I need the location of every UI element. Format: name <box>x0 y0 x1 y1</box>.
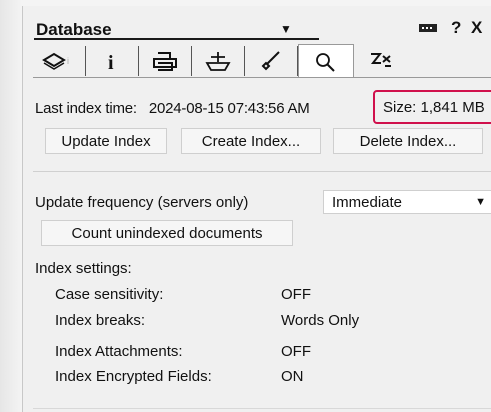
index-section: Last index time: 2024-08-15 07:43:56 AM S… <box>33 84 491 162</box>
chevron-down-icon: ▼ <box>280 22 292 36</box>
setting-label: Index breaks: <box>55 312 146 329</box>
tab-launch[interactable] <box>192 46 245 76</box>
delete-index-button[interactable]: Delete Index... <box>333 128 483 154</box>
info-icon: i <box>108 52 114 72</box>
setting-value: ON <box>281 368 304 385</box>
section-divider <box>33 171 491 172</box>
help-icon[interactable]: ? <box>451 18 461 38</box>
ship-icon <box>205 52 231 71</box>
close-icon[interactable]: X <box>471 18 482 38</box>
chevron-down-icon: ▼ <box>475 196 486 208</box>
svg-text:i: i <box>108 52 114 72</box>
panel-header: Database ▼ ? X <box>23 6 491 40</box>
create-index-button[interactable]: Create Index... <box>181 128 321 154</box>
last-index-label: Last index time: <box>35 100 137 117</box>
setting-label: Case sensitivity: <box>55 286 164 303</box>
update-frequency-value: Immediate <box>332 194 403 211</box>
tab-strip: i i <box>33 44 491 78</box>
tab-full-text-index[interactable] <box>298 44 354 78</box>
last-index-time: 2024-08-15 07:43:56 AM <box>148 100 310 117</box>
search-icon <box>316 52 335 72</box>
setting-value: OFF <box>281 286 311 303</box>
last-index-info: Last index time: 2024-08-15 07:43:56 AM <box>35 100 310 117</box>
tab-print[interactable] <box>139 46 192 76</box>
people-icon <box>370 53 391 67</box>
database-label: Database <box>36 20 112 39</box>
index-size: Size: 1,841 MB <box>373 90 491 124</box>
layers-icon: i <box>42 52 69 70</box>
update-frequency-label: Update frequency (servers only) <box>35 194 249 211</box>
brush-icon <box>261 51 280 71</box>
tab-info[interactable]: i <box>86 46 139 76</box>
count-unindexed-button[interactable]: Count unindexed documents <box>41 220 293 246</box>
setting-value: Words Only <box>281 312 360 329</box>
database-dropdown[interactable]: Database ▼ <box>34 18 319 40</box>
keyboard-icon[interactable] <box>419 24 437 32</box>
tab-basics[interactable]: i <box>33 46 86 76</box>
database-properties-panel: Database ▼ ? X i i Last index time: 2024… <box>22 6 491 412</box>
svg-text:i: i <box>67 56 69 66</box>
update-index-button[interactable]: Update Index <box>45 128 167 154</box>
tab-divider <box>33 77 491 78</box>
printer-icon <box>153 52 177 71</box>
index-settings-label: Index settings: <box>35 260 132 277</box>
window-edge <box>0 0 22 412</box>
setting-value: OFF <box>281 343 311 360</box>
update-frequency-select[interactable]: Immediate ▼ <box>323 190 491 214</box>
setting-label: Index Attachments: <box>55 343 183 360</box>
tab-advanced[interactable] <box>354 46 407 76</box>
panel-bottom-divider <box>33 408 491 409</box>
setting-label: Index Encrypted Fields: <box>55 368 212 385</box>
tab-design[interactable] <box>245 46 298 76</box>
